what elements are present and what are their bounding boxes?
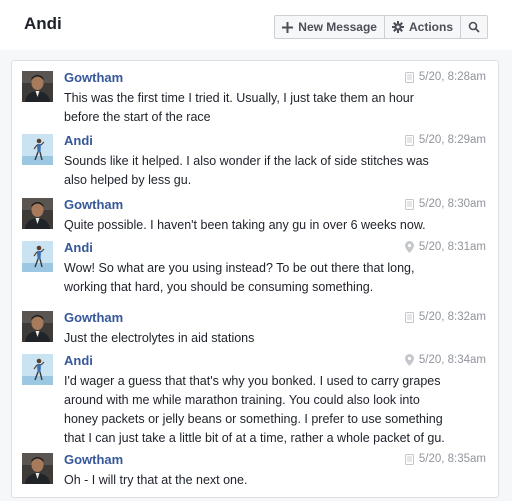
actions-button[interactable]: Actions — [385, 16, 461, 38]
message-timestamp: 5/20, 8:30am — [418, 198, 486, 210]
message-text: I'd wager a guess that that's why you bo… — [64, 372, 484, 448]
message-line: that I can just take a little bit of at … — [64, 431, 445, 445]
sender-name-link[interactable]: Andi — [64, 240, 93, 255]
message-text: Wow! So what are you using instead? To b… — [64, 259, 484, 297]
avatar-gowtham-photo — [22, 453, 53, 484]
location-pin-icon — [404, 354, 414, 366]
location-pin-icon — [404, 241, 414, 253]
conversation-title: Andi — [24, 14, 62, 33]
gear-icon — [391, 21, 404, 33]
sender-name-link[interactable]: Gowtham — [64, 310, 123, 325]
avatar[interactable] — [22, 198, 53, 229]
avatar-gowtham-photo — [22, 71, 53, 102]
message-line: around with me while marathon training. … — [64, 393, 420, 407]
sender-name-link[interactable]: Andi — [64, 133, 93, 148]
plus-icon — [282, 21, 294, 33]
message-item: Andi 5/20, 8:29am Sounds like it helped. I… — [12, 133, 498, 194]
message-list: Gowtham 5/20, 8:28am This was the first ti… — [11, 60, 499, 498]
message-line: Oh - I will try that at the next one. — [64, 473, 248, 487]
message-line: honey packets or jelly beans or somethin… — [64, 412, 443, 426]
message-line: also helped by less gu. — [64, 173, 192, 187]
avatar[interactable] — [22, 134, 53, 165]
conversation-header: Andi New Message Actions — [0, 0, 512, 50]
new-message-button[interactable]: New Message — [275, 16, 385, 38]
avatar[interactable] — [22, 453, 53, 484]
mobile-icon — [404, 134, 414, 146]
header-button-group: New Message Actions — [274, 15, 488, 39]
sender-name-link[interactable]: Gowtham — [64, 70, 123, 85]
mobile-icon — [404, 71, 414, 83]
message-item: Gowtham 5/20, 8:30am Quite possible. I hav… — [12, 197, 498, 239]
message-text: Just the electrolytes in aid stations — [64, 329, 484, 348]
message-timestamp: 5/20, 8:31am — [418, 241, 486, 253]
message-meta: 5/20, 8:32am — [404, 311, 486, 323]
avatar-andi-photo — [22, 354, 53, 385]
message-item: Andi 5/20, 8:31am Wow! So what are you usi… — [12, 240, 498, 301]
message-line: before the start of the race — [64, 110, 211, 124]
message-text: Sounds like it helped. I also wonder if … — [64, 152, 484, 190]
message-meta: 5/20, 8:29am — [404, 134, 486, 146]
message-line: Sounds like it helped. I also wonder if … — [64, 154, 429, 168]
message-line: Wow! So what are you using instead? To b… — [64, 261, 415, 275]
sender-name-link[interactable]: Gowtham — [64, 197, 123, 212]
avatar-gowtham-photo — [22, 311, 53, 342]
message-text: Oh - I will try that at the next one. — [64, 471, 484, 490]
message-text: Quite possible. I haven't been taking an… — [64, 216, 484, 235]
message-item: Gowtham 5/20, 8:35am Oh - I will try that … — [12, 452, 498, 494]
message-meta: 5/20, 8:31am — [404, 241, 486, 253]
mobile-icon — [404, 198, 414, 210]
message-meta: 5/20, 8:34am — [404, 354, 486, 366]
message-timestamp: 5/20, 8:34am — [418, 354, 486, 366]
avatar-andi-photo — [22, 134, 53, 165]
message-line: Quite possible. I haven't been taking an… — [64, 218, 426, 232]
avatar-andi-photo — [22, 241, 53, 272]
search-icon — [468, 21, 480, 33]
avatar[interactable] — [22, 241, 53, 272]
message-timestamp: 5/20, 8:28am — [418, 71, 486, 83]
mobile-icon — [404, 311, 414, 323]
message-timestamp: 5/20, 8:32am — [418, 311, 486, 323]
avatar[interactable] — [22, 311, 53, 342]
avatar[interactable] — [22, 354, 53, 385]
message-meta: 5/20, 8:35am — [404, 453, 486, 465]
message-meta: 5/20, 8:28am — [404, 71, 486, 83]
message-meta: 5/20, 8:30am — [404, 198, 486, 210]
message-line: This was the first time I tried it. Usua… — [64, 91, 414, 105]
new-message-label: New Message — [298, 20, 377, 34]
message-timestamp: 5/20, 8:35am — [418, 453, 486, 465]
message-line: I'd wager a guess that that's why you bo… — [64, 374, 441, 388]
avatar-gowtham-photo — [22, 198, 53, 229]
message-item: Gowtham 5/20, 8:32am Just the electrolytes… — [12, 310, 498, 352]
message-line: working that hard, you should be consumi… — [64, 280, 374, 294]
search-button[interactable] — [461, 16, 487, 38]
message-timestamp: 5/20, 8:29am — [418, 134, 486, 146]
sender-name-link[interactable]: Andi — [64, 353, 93, 368]
avatar[interactable] — [22, 71, 53, 102]
message-text: This was the first time I tried it. Usua… — [64, 89, 484, 127]
message-item: Gowtham 5/20, 8:28am This was the first ti… — [12, 70, 498, 131]
mobile-icon — [404, 453, 414, 465]
message-item: Andi 5/20, 8:34am I'd wager a guess that t… — [12, 353, 498, 452]
actions-label: Actions — [408, 20, 453, 34]
sender-name-link[interactable]: Gowtham — [64, 452, 123, 467]
message-line: Just the electrolytes in aid stations — [64, 331, 255, 345]
